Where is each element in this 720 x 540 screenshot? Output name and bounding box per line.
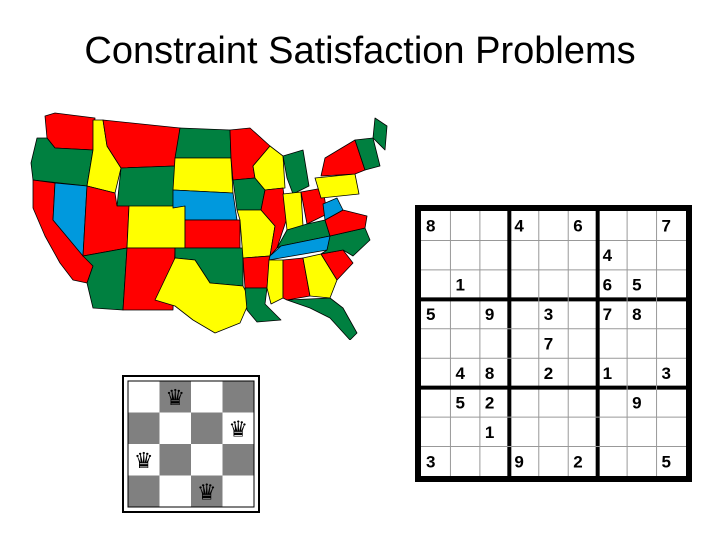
state-arizona [82, 247, 128, 311]
sudoku-cell: 1 [485, 423, 494, 442]
state-florida [286, 297, 358, 340]
sudoku-cell: 7 [662, 217, 671, 236]
sudoku-cell: 4 [514, 217, 524, 236]
board-square [128, 475, 160, 507]
four-queens-board: ♛ ♛ ♛ ♛ [122, 375, 260, 513]
queen-icon: ♛ [165, 386, 185, 411]
sudoku-background [421, 211, 686, 476]
sudoku-cell: 1 [455, 276, 464, 295]
us-map-icon [30, 112, 388, 340]
sudoku-cell: 9 [632, 393, 641, 412]
state-north-dakota [174, 127, 232, 159]
queen-icon: ♛ [134, 449, 154, 474]
state-michigan [282, 149, 310, 195]
sudoku-cell: 8 [485, 364, 494, 383]
sudoku-grid: 8 4 6 7 4 1 6 5 5 9 3 7 8 7 4 8 2 1 3 5 2 9 1 3 9 2 5 [415, 205, 692, 482]
sudoku-cell: 8 [632, 305, 641, 324]
sudoku-cell: 8 [426, 217, 435, 236]
sudoku-cell: 6 [573, 217, 582, 236]
queen-icon: ♛ [197, 480, 217, 505]
sudoku-cell: 7 [544, 335, 553, 354]
board-square [191, 444, 223, 476]
board-square [191, 412, 223, 444]
state-kansas [184, 219, 241, 249]
board-square [128, 381, 160, 413]
state-pennsylvania [314, 173, 360, 199]
sudoku-cell: 5 [662, 452, 671, 471]
board-square [159, 475, 191, 507]
sudoku-cell: 5 [632, 276, 641, 295]
state-south-dakota [172, 157, 234, 194]
state-indiana [282, 191, 304, 231]
state-colorado [126, 205, 186, 249]
us-map [25, 108, 395, 340]
sudoku-cell: 5 [455, 393, 464, 412]
state-arkansas [242, 255, 271, 289]
sudoku-cell: 2 [485, 393, 494, 412]
board-square [222, 381, 254, 413]
sudoku-cell: 2 [544, 364, 553, 383]
sudoku-board: 8 4 6 7 4 1 6 5 5 9 3 7 8 7 4 8 2 1 3 5 2 9 1 3 9 2 5 [415, 205, 692, 482]
board-square [191, 381, 223, 413]
sudoku-cell: 7 [603, 305, 612, 324]
sudoku-cell: 6 [603, 276, 612, 295]
sudoku-cell: 3 [544, 305, 553, 324]
sudoku-cell: 9 [485, 305, 494, 324]
chessboard: ♛ ♛ ♛ ♛ [122, 375, 260, 513]
state-wyoming [116, 165, 176, 209]
board-square [159, 412, 191, 444]
state-mississippi [266, 259, 284, 305]
board-square [222, 475, 254, 507]
slide-title: Constraint Satisfaction Problems [84, 30, 636, 72]
sudoku-cell: 3 [426, 452, 435, 471]
sudoku-cell: 9 [514, 452, 523, 471]
sudoku-cell: 5 [426, 305, 435, 324]
sudoku-cell: 2 [573, 452, 582, 471]
board-square [128, 412, 160, 444]
sudoku-cell: 3 [662, 364, 671, 383]
board-square [159, 444, 191, 476]
sudoku-cell: 1 [603, 364, 612, 383]
sudoku-cell: 4 [603, 246, 613, 265]
sudoku-cell: 4 [455, 364, 465, 383]
board-square [222, 444, 254, 476]
queen-icon: ♛ [228, 417, 248, 442]
